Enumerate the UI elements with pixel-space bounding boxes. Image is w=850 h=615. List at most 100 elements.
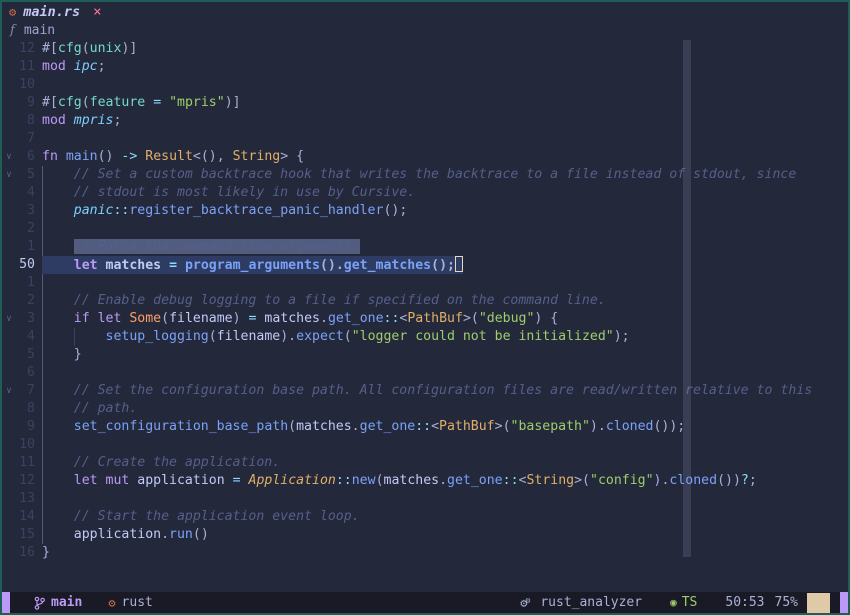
code-token: >( — [495, 419, 511, 434]
code-line[interactable]: 13 — [2, 490, 848, 508]
line-number: 8 — [16, 400, 35, 418]
code-area[interactable]: 12#[cfg(unix)]11mod ipc;109#[cfg(feature… — [2, 40, 848, 562]
code-token — [42, 239, 74, 254]
gutter-gap — [35, 274, 42, 292]
fold-column — [2, 40, 16, 58]
tab-title: main.rs — [23, 4, 80, 20]
fold-chevron-icon[interactable]: ∨ — [2, 310, 16, 328]
code-line[interactable]: 8mod mpris; — [2, 112, 848, 130]
code-token: = — [169, 258, 177, 273]
fold-column — [2, 400, 16, 418]
code-token: "logger could not be initialized" — [352, 329, 614, 344]
code-line[interactable]: 9 set_configuration_base_path(matches.ge… — [2, 418, 848, 436]
gutter-gap — [35, 148, 42, 166]
code-line[interactable]: ∨5 // Set a custom backtrace hook that w… — [2, 166, 848, 184]
fold-chevron-icon[interactable]: ∨ — [2, 166, 16, 184]
fold-column — [2, 256, 16, 274]
code-token: matches — [384, 473, 440, 488]
line-number: 3 — [16, 310, 35, 328]
code-token: setup_logging — [106, 329, 209, 344]
code-text: // Enable debug logging to a file if spe… — [42, 292, 606, 310]
code-text: if let Some(filename) = matches.get_one:… — [42, 310, 558, 328]
fold-chevron-icon[interactable]: ∨ — [2, 382, 16, 400]
statusbar-accent-block — [807, 593, 830, 613]
code-text: } — [42, 544, 50, 562]
code-line[interactable]: 10 — [2, 76, 848, 94]
fold-column — [2, 526, 16, 544]
code-token: . — [439, 473, 447, 488]
line-number: 50 — [16, 256, 35, 274]
code-line[interactable]: 1 — [2, 274, 848, 292]
line-number: 15 — [16, 526, 35, 544]
code-token: "debug" — [479, 311, 535, 326]
code-token: if — [74, 311, 98, 326]
code-token: ) { — [534, 311, 558, 326]
code-line[interactable]: 7 — [2, 130, 848, 148]
tab-main-rs[interactable]: ⚙ main.rs × — [9, 4, 102, 20]
code-line[interactable]: 2 — [2, 220, 848, 238]
code-line[interactable]: 12#[cfg(unix)] — [2, 40, 848, 58]
gutter-gap — [35, 346, 42, 364]
gutter-gap — [35, 364, 42, 382]
breadcrumb-label: main — [24, 23, 55, 38]
fold-column — [2, 418, 16, 436]
fold-chevron-icon[interactable]: ∨ — [2, 148, 16, 166]
gutter-gap — [35, 310, 42, 328]
code-token — [225, 473, 233, 488]
code-line[interactable]: 4 // stdout is most likely in use by Cur… — [2, 184, 848, 202]
code-line[interactable]: ∨3 if let Some(filename) = matches.get_o… — [2, 310, 848, 328]
code-line[interactable]: 11mod ipc; — [2, 58, 848, 76]
line-number: 5 — [16, 346, 35, 364]
code-token: cloned — [606, 419, 654, 434]
code-text: set_configuration_base_path(matches.get_… — [42, 418, 685, 436]
code-token: register_backtrace_panic_handler — [129, 203, 383, 218]
code-token: Result — [145, 149, 193, 164]
code-line[interactable]: 5 } — [2, 346, 848, 364]
code-token — [161, 258, 169, 273]
code-line[interactable]: ∨6fn main() -> Result<(), String> { — [2, 148, 848, 166]
code-token: ) — [233, 311, 249, 326]
code-line[interactable]: 1 // Parse the command line arguments. — [2, 238, 848, 256]
scrollbar[interactable] — [683, 40, 691, 557]
code-line[interactable]: 6 — [2, 364, 848, 382]
code-token: ( — [82, 41, 90, 56]
code-line[interactable]: 10 — [2, 436, 848, 454]
code-token — [241, 473, 249, 488]
gutter-gap — [35, 292, 42, 310]
code-line[interactable]: ∨7 // Set the configuration base path. A… — [2, 382, 848, 400]
code-line[interactable]: 50 let matches = program_arguments().get… — [2, 256, 848, 274]
code-token: unix — [90, 41, 122, 56]
line-number: 9 — [16, 418, 35, 436]
line-number: 7 — [16, 382, 35, 400]
code-text: // path. — [42, 400, 137, 418]
code-token: let — [74, 473, 106, 488]
code-token: ( — [209, 329, 217, 344]
code-line[interactable]: 9#[cfg(feature = "mpris")] — [2, 94, 848, 112]
code-line[interactable]: 16} — [2, 544, 848, 562]
line-number: 1 — [16, 274, 35, 292]
code-token: "mpris" — [169, 95, 225, 110]
code-line[interactable]: 12 let mut application = Application::ne… — [2, 472, 848, 490]
gutter-gap — [35, 454, 42, 472]
code-line[interactable]: 8 // path. — [2, 400, 848, 418]
code-line[interactable]: 15 application.run() — [2, 526, 848, 544]
line-number: 2 — [16, 292, 35, 310]
code-line[interactable]: 14 // Start the application event loop. — [2, 508, 848, 526]
code-token: mod — [42, 59, 74, 74]
fold-column — [2, 544, 16, 562]
code-token: matches — [264, 311, 320, 326]
gutter-gap — [35, 76, 42, 94]
code-line[interactable]: 4 setup_logging(filename).expect("logger… — [2, 328, 848, 346]
fold-column — [2, 436, 16, 454]
language-indicator: ⚙ rust — [108, 595, 153, 610]
code-line[interactable]: 2 // Enable debug logging to a file if s… — [2, 292, 848, 310]
rust-file-icon: ⚙ — [9, 6, 16, 18]
code-token: let — [74, 258, 106, 273]
code-token: } — [42, 347, 82, 362]
code-line[interactable]: 11 // Create the application. — [2, 454, 848, 472]
code-token: panic — [74, 203, 114, 218]
code-line[interactable]: 3 panic::register_backtrace_panic_handle… — [2, 202, 848, 220]
gutter-gap — [35, 220, 42, 238]
fold-column — [2, 184, 16, 202]
close-icon[interactable]: × — [93, 4, 101, 20]
